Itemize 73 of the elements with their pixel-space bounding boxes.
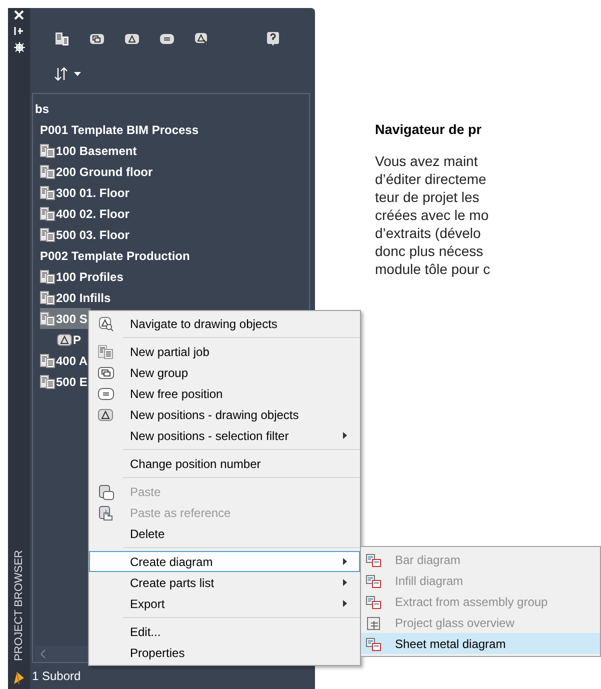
status-text: 1 Subord [32,668,81,685]
triangle-cursor-icon[interactable] [194,31,210,47]
tree-item[interactable]: P002 Template Production [40,245,194,266]
menu-item[interactable]: Create parts list [89,572,360,593]
menu-item[interactable]: New group [89,362,360,383]
article-line: d’extraits (dévelo [375,224,482,242]
document-stack-icon [98,344,113,358]
document-stack-icon [40,186,55,200]
menu-item[interactable]: Navigate to drawing objects [89,313,360,334]
clipboard-hand-icon [98,504,114,520]
tree-item[interactable]: 400 02. Floor [40,203,134,224]
grid-window-icon [365,614,381,630]
article-line: module tôle pour c [375,260,490,278]
tree-item[interactable]: 300 S [40,308,92,329]
menu-item[interactable]: Sheet metal diagram [361,633,600,654]
menu-item[interactable]: Edit... [89,621,360,642]
diagram-icon [365,594,381,610]
tree-item[interactable]: 500 03. Floor [40,224,134,245]
tree-item[interactable]: P [57,329,86,350]
diagram-icon [365,636,381,652]
menu-item[interactable]: Properties [89,642,360,663]
help-icon[interactable] [265,31,281,47]
settings-icon[interactable] [14,42,24,53]
dropdown-caret-icon[interactable] [74,72,81,76]
triangle-tag-icon[interactable] [124,31,140,47]
document-stack-icon [40,312,55,326]
document-stack-icon[interactable] [54,31,70,47]
document-stack-icon [40,228,55,242]
menu-item[interactable]: Change position number [89,453,360,474]
diagram-icon [365,572,381,588]
tree-item[interactable]: 200 Infills [40,287,115,308]
document-stack-icon [40,164,55,178]
tree-item[interactable]: 100 Basement [40,140,141,161]
menu-item[interactable]: New positions - selection filter [89,425,360,446]
document-stack-icon [40,206,55,220]
tree-item[interactable]: 300 01. Floor [40,182,134,203]
tree-item[interactable]: 400 A [40,350,92,371]
equals-box-icon[interactable] [159,31,175,47]
tree-item[interactable]: 100 Profiles [40,266,128,287]
equals-box-icon [98,386,114,400]
article-line: teur de projet les [375,188,480,206]
close-icon[interactable] [14,10,24,20]
article-line: créées avec le mo [375,206,490,224]
tree-item[interactable]: 500 E [40,371,92,392]
tree-item[interactable]: 200 Ground floor [40,161,157,182]
panel-title: PROJECT BROWSER [12,550,26,661]
scroll-left-icon[interactable] [41,650,46,658]
document-stack-icon [40,144,55,158]
triangle-tag-icon [98,408,113,420]
group-icon [98,366,114,380]
sort-icon[interactable] [54,67,68,81]
magnifier-icon [98,316,114,332]
menu-item[interactable]: New positions - drawing objects [89,404,360,425]
clipboard-icon [98,484,114,500]
article-line: Vous avez maint [375,152,479,170]
tree-item[interactable]: P001 Template BIM Process [40,119,203,140]
menu-item[interactable]: New partial job [89,341,360,362]
menu-item[interactable]: Export [89,593,360,614]
menu-item[interactable]: New free position [89,383,360,404]
document-stack-icon [40,290,55,304]
group-icon[interactable] [89,31,105,47]
triangle-tag-icon [57,334,72,346]
article-line: d’éditer directeme [375,170,488,188]
document-stack-icon [40,270,55,284]
logo-icon [13,671,25,685]
article-heading: Navigateur de pr [375,121,483,139]
tree-root[interactable]: bs [35,100,50,118]
menu-item[interactable]: Delete [89,523,360,544]
article-line: donc plus nécess [375,242,484,260]
document-stack-icon [40,354,55,368]
document-stack-icon [40,374,55,388]
diagram-icon [365,552,381,568]
menu-item[interactable]: Create diagram [89,551,360,572]
